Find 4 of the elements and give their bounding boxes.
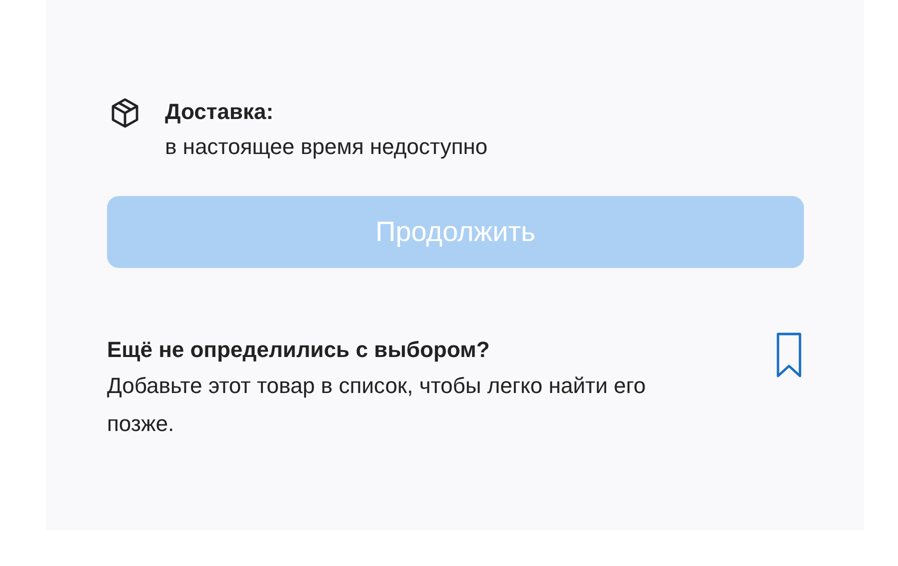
delivery-title: Доставка: bbox=[165, 98, 274, 126]
wishlist-title: Ещё не определились с выбором? bbox=[107, 336, 491, 364]
wishlist-text: Добавьте этот товар в список, чтобы легко найти его позже. bbox=[107, 372, 647, 438]
delivery-status: в настоящее время недоступно bbox=[165, 133, 488, 161]
